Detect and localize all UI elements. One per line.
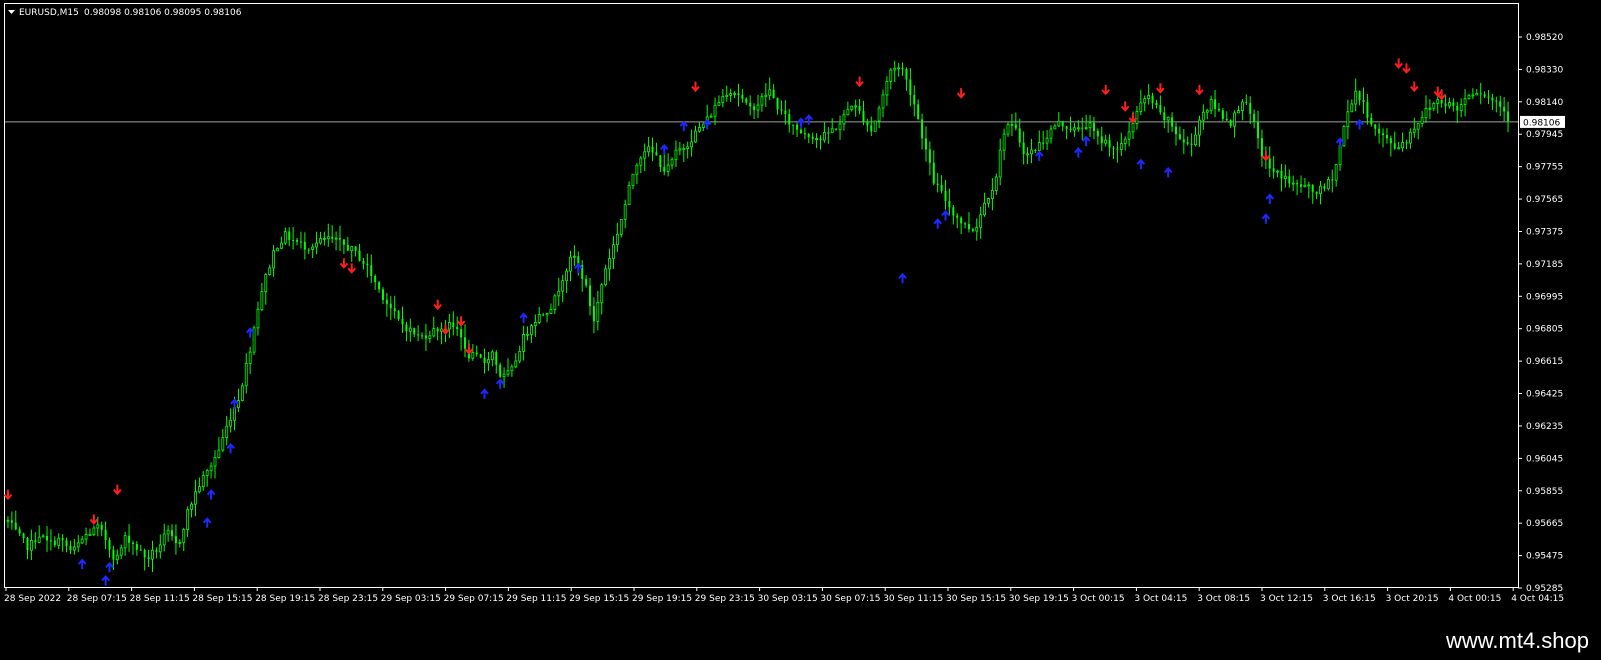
candle [252, 325, 256, 356]
candle [499, 362, 502, 379]
price-tick-label: 0.96995 [1526, 292, 1563, 302]
candle [240, 382, 244, 402]
price-tick-label: 0.95855 [1526, 487, 1563, 497]
price-chart[interactable]: 0.98106 0.98520 0.98330 0.98140 0.97945 0.97… [0, 0, 1601, 660]
time-tick-label: 4 Oct 04:15 [1511, 594, 1564, 604]
time-tick-label: 30 Sep 03:15 [758, 594, 818, 604]
time-tick-label: 3 Oct 16:15 [1323, 594, 1376, 604]
price-tick-label: 0.95475 [1526, 552, 1563, 562]
price-tick-label: 0.96235 [1526, 422, 1563, 432]
price-tick-label: 0.95665 [1526, 519, 1563, 529]
price-tick-label: 0.97565 [1526, 195, 1563, 205]
time-tick-label: 3 Oct 20:15 [1386, 594, 1439, 604]
time-tick-label: 3 Oct 12:15 [1260, 594, 1313, 604]
price-tick-label: 0.98140 [1526, 98, 1563, 108]
watermark[interactable]: www.mt4.shop [1446, 628, 1589, 654]
time-tick-label: 30 Sep 11:15 [883, 594, 943, 604]
chart-header: EURUSD,M15 0.98098 0.98106 0.98095 0.981… [8, 8, 242, 18]
price-tick-label: 0.96425 [1526, 390, 1563, 400]
price-tick-label: 0.97945 [1526, 130, 1563, 140]
price-tick-label: 0.96615 [1526, 357, 1563, 367]
time-tick-label: 3 Oct 04:15 [1134, 594, 1187, 604]
price-tick-label: 0.96045 [1526, 454, 1563, 464]
time-tick-label: 28 Sep 07:15 [67, 594, 127, 604]
time-tick-label: 30 Sep 07:15 [820, 594, 880, 604]
candle [479, 353, 482, 359]
time-tick-label: 29 Sep 03:15 [381, 594, 441, 604]
price-tick-label: 0.97185 [1526, 260, 1563, 270]
price-tick-label: 0.97755 [1526, 163, 1563, 173]
time-tick-label: 28 Sep 11:15 [130, 594, 190, 604]
time-tick-label: 30 Sep 15:15 [946, 594, 1006, 604]
current-price-label: 0.98106 [1523, 118, 1560, 128]
candle [873, 120, 877, 132]
time-tick-label: 29 Sep 11:15 [506, 594, 566, 604]
time-tick-label: 28 Sep 23:15 [318, 594, 378, 604]
time-tick-label: 28 Sep 15:15 [192, 594, 252, 604]
candle [276, 247, 279, 252]
symbol-label: EURUSD,M15 [19, 8, 79, 18]
price-tick-label: 0.95285 [1526, 584, 1563, 594]
chart-background [0, 0, 1601, 660]
time-tick-label: 30 Sep 19:15 [1009, 594, 1069, 604]
candle [1342, 124, 1346, 147]
price-tick-label: 0.98520 [1526, 33, 1563, 43]
time-tick-label: 29 Sep 19:15 [632, 594, 692, 604]
time-tick-label: 28 Sep 19:15 [255, 594, 315, 604]
time-tick-label: 4 Oct 00:15 [1448, 594, 1501, 604]
price-tick-label: 0.98330 [1526, 65, 1563, 75]
time-tick-label: 3 Oct 08:15 [1197, 594, 1250, 604]
time-tick-label: 29 Sep 15:15 [569, 594, 629, 604]
time-tick-label: 29 Sep 23:15 [695, 594, 755, 604]
time-tick-label: 29 Sep 07:15 [444, 594, 504, 604]
price-tick-label: 0.96805 [1526, 325, 1563, 335]
ohlc-label: 0.98098 0.98106 0.98095 0.98106 [84, 8, 242, 18]
time-tick-label: 3 Oct 00:15 [1072, 594, 1125, 604]
price-tick-label: 0.97375 [1526, 227, 1563, 237]
time-tick-label: 28 Sep 2022 [4, 594, 61, 604]
